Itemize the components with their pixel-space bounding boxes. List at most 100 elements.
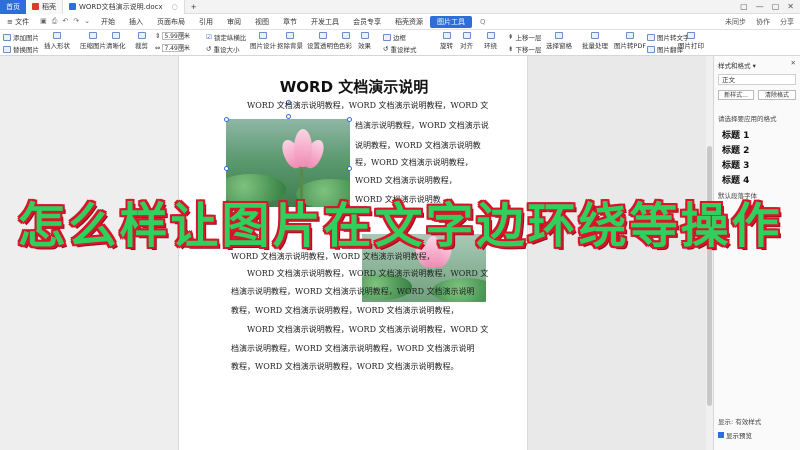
height-field[interactable]: ⇕ 5.99厘米 <box>155 32 190 40</box>
style-heading-1[interactable]: 标题 1 <box>722 128 749 141</box>
search-icon[interactable]: Q <box>480 18 486 26</box>
menu-docer-resources[interactable]: 稻壳资源 <box>388 17 430 27</box>
insert-shape-label: 插入形状 <box>44 42 70 50</box>
sync-status[interactable]: 未同步 <box>725 17 746 27</box>
window-layout-icon[interactable]: ▢ <box>740 2 748 11</box>
image-design-button[interactable]: 图片设计 <box>250 32 276 50</box>
new-tab-button[interactable]: + <box>185 0 203 14</box>
compress-icon <box>89 32 97 39</box>
height-input[interactable]: 5.99厘米 <box>162 32 190 40</box>
style-heading-3[interactable]: 标题 3 <box>722 158 749 171</box>
sharpen-label: 清晰化 <box>106 42 126 50</box>
resize-handle[interactable] <box>224 117 229 122</box>
show-preview-label: 显示预览 <box>726 432 752 440</box>
close-tab-icon[interactable]: ○ <box>172 3 178 11</box>
send-backward-icon: ⇟ <box>508 45 514 53</box>
collaborate-button[interactable]: 协作 <box>756 17 770 27</box>
panel-close-icon[interactable]: ✕ <box>791 59 796 67</box>
menu-references[interactable]: 引用 <box>192 17 220 27</box>
menu-insert[interactable]: 插入 <box>122 17 150 27</box>
show-preview-checkbox[interactable]: 显示预览 <box>718 430 752 440</box>
resize-handle[interactable] <box>347 166 352 171</box>
undo-icon[interactable]: ↶ <box>62 17 68 26</box>
overlay-caption: 怎么样让图片在文字边环绕等操作 <box>0 188 800 254</box>
menu-review[interactable]: 审阅 <box>220 17 248 27</box>
print-icon[interactable]: ⎙ <box>52 17 58 26</box>
crop-button[interactable]: 裁剪 <box>135 32 148 50</box>
menu-picture-tools[interactable]: 图片工具 <box>429 15 472 28</box>
menu-home[interactable]: 开始 <box>94 17 122 27</box>
replace-image-label: 替换图片 <box>13 46 39 54</box>
selection-pane-icon <box>555 32 563 39</box>
reset-size-button[interactable]: ↺ 重设大小 <box>206 44 239 54</box>
add-image-button[interactable]: 添加图片 <box>3 32 39 42</box>
batch-icon <box>591 32 599 39</box>
insert-shape-button[interactable]: 插入形状 <box>44 32 70 50</box>
width-input[interactable]: 7.49厘米 <box>162 44 190 52</box>
close-icon[interactable]: ✕ <box>787 2 794 11</box>
color-button[interactable]: 色彩 <box>339 32 352 50</box>
pdf-icon <box>626 32 635 39</box>
rotate-button[interactable]: 旋转 <box>440 32 453 50</box>
new-style-button[interactable]: 新样式... <box>718 90 754 100</box>
batch-process-button[interactable]: 批量处理 <box>582 32 608 50</box>
minimize-icon[interactable]: — <box>756 2 764 11</box>
border-icon <box>383 33 391 41</box>
text-line: 档演示说明教程，WORD 文档演示说明教程，WORD 文档演示说明 <box>231 287 475 296</box>
menu-page-layout[interactable]: 页面布局 <box>150 17 192 27</box>
menu-view[interactable]: 视图 <box>248 17 276 27</box>
resize-handle[interactable] <box>224 166 229 171</box>
reset-style-button[interactable]: ↺ 重设样式 <box>383 44 416 54</box>
menu-developer[interactable]: 开发工具 <box>304 17 346 27</box>
image-print-button[interactable]: 图片打印 <box>678 32 704 50</box>
tab-docer[interactable]: 稻壳 <box>26 0 63 14</box>
lock-ratio-checkbox[interactable]: ☑ 锁定纵横比 <box>206 32 246 42</box>
tab-document[interactable]: WORD文档演示说明.docx ○ <box>63 0 185 14</box>
effect-button[interactable]: 效果 <box>358 32 371 50</box>
text-line: WORD 文档演示说明教程，WORD 文档演示说明教程，WORD 文 <box>247 269 489 278</box>
style-heading-2[interactable]: 标题 2 <box>722 143 749 156</box>
send-backward-button[interactable]: ⇟ 下移一层 <box>508 44 541 54</box>
compress-button[interactable]: 压缩图片 <box>80 32 106 50</box>
sharpen-button[interactable]: 清晰化 <box>106 32 126 50</box>
translate-icon <box>647 45 655 53</box>
resize-handle[interactable] <box>286 114 291 119</box>
resize-handle[interactable] <box>347 117 352 122</box>
image-design-icon <box>259 32 267 39</box>
remove-background-button[interactable]: 抠除背景 <box>277 32 303 50</box>
add-image-label: 添加图片 <box>13 34 39 42</box>
current-style-field[interactable]: 正文 <box>718 74 796 85</box>
styles-panel-title[interactable]: 样式和格式 ▾ <box>718 60 756 70</box>
border-button[interactable]: 边框 <box>383 32 406 42</box>
tab-home[interactable]: 首页 <box>0 0 26 14</box>
redo-icon[interactable]: ↷ <box>73 17 79 26</box>
clear-format-button[interactable]: 清除格式 <box>758 90 796 100</box>
menu-member[interactable]: 会员专享 <box>346 17 388 27</box>
lock-ratio-label: 锁定纵横比 <box>213 34 247 42</box>
width-field[interactable]: ⇔ 7.49厘米 <box>155 44 190 52</box>
menubar-right: 未同步 协作 分享 <box>725 17 800 27</box>
selection-pane-button[interactable]: 选择窗格 <box>546 32 572 50</box>
save-icon[interactable]: ▣ <box>40 17 47 26</box>
tab-document-label: WORD文档演示说明.docx <box>79 2 163 11</box>
maximize-icon[interactable]: ▢ <box>772 2 780 11</box>
align-button[interactable]: 对齐 <box>460 32 473 50</box>
share-button[interactable]: 分享 <box>780 17 794 27</box>
transparent-icon <box>319 32 328 39</box>
image-to-pdf-button[interactable]: 图片转PDF <box>614 32 646 50</box>
effect-label: 效果 <box>358 42 371 50</box>
menu-file[interactable]: ≡ 文件 <box>0 17 36 27</box>
remove-background-icon <box>286 32 294 39</box>
align-icon <box>462 32 471 39</box>
more-icon[interactable]: ⌄ <box>84 17 90 26</box>
wrap-text-button[interactable]: 环绕 <box>484 32 497 50</box>
picture-tools-ribbon: 添加图片 替换图片 插入形状 压缩图片 清晰化 裁剪 ⇕ 5.99厘米 ⇔ 7.49… <box>0 30 800 56</box>
show-styles-label[interactable]: 显示: 有效样式 <box>718 416 761 426</box>
menu-bar: ≡ 文件 ▣ ⎙ ↶ ↷ ⌄ 开始 插入 页面布局 引用 审阅 视图 章节 开发… <box>0 14 800 30</box>
scrollbar-thumb[interactable] <box>707 146 712 406</box>
set-transparent-button[interactable]: 设置透明色 <box>307 32 340 50</box>
style-heading-4[interactable]: 标题 4 <box>722 173 749 186</box>
bring-forward-button[interactable]: ⇞ 上移一层 <box>508 32 541 42</box>
menu-section[interactable]: 章节 <box>276 17 304 27</box>
replace-image-button[interactable]: 替换图片 <box>3 44 39 54</box>
